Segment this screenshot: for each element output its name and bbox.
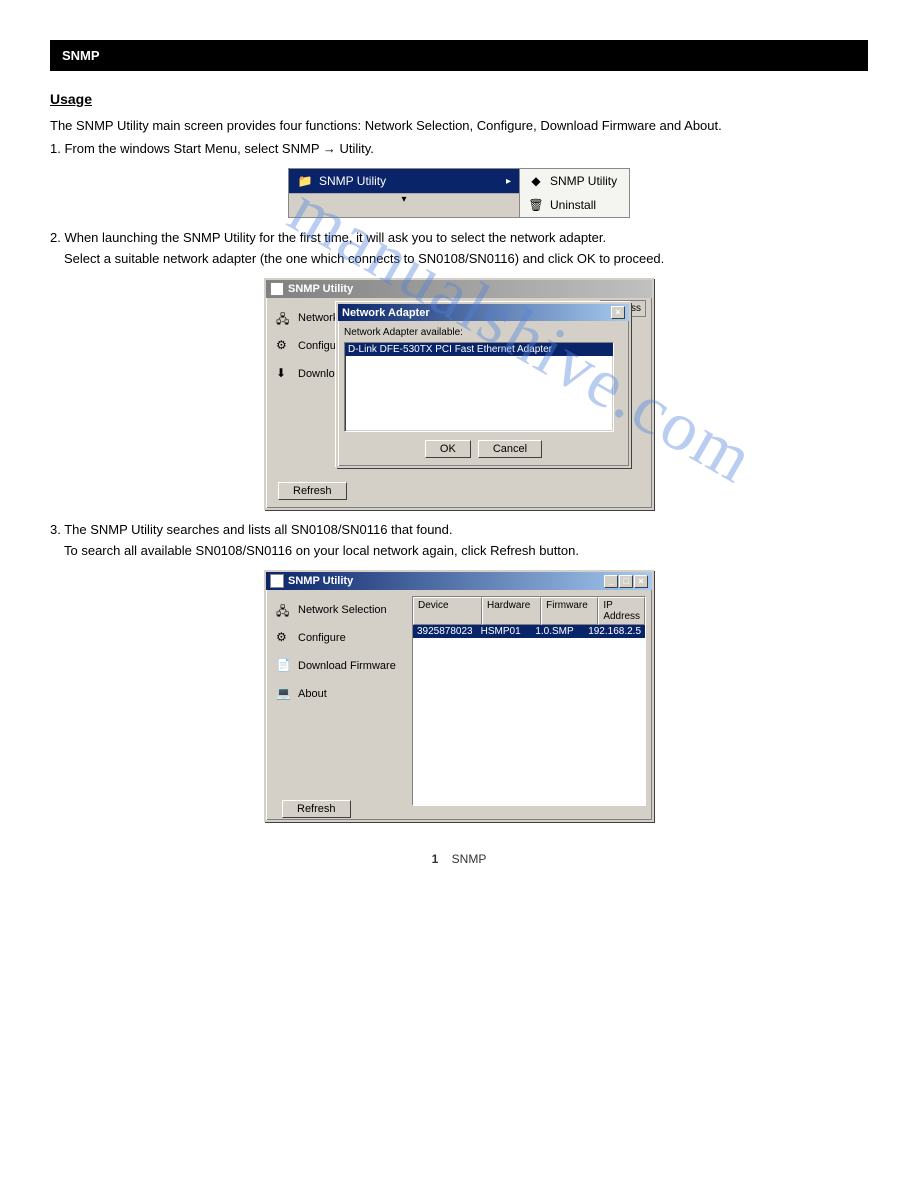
network-adapter-dialog-image: N SNMP Utility 🖧Network Se ⚙Configure ⬇D… bbox=[264, 278, 654, 510]
col-ip[interactable]: IP Address bbox=[598, 597, 645, 625]
main-sidebar: 🖧Network Selection ⚙Configure 📄Download … bbox=[272, 596, 402, 820]
nested-dialog: Network Adapter × Network Adapter availa… bbox=[336, 302, 631, 468]
submenu-item[interactable]: 🗑 Uninstall bbox=[520, 193, 629, 217]
main-titlebar[interactable]: N SNMP Utility _ □ × bbox=[266, 572, 652, 590]
dialog-label: Network Adapter available: bbox=[344, 327, 623, 338]
submenu-item[interactable]: ◆ SNMP Utility bbox=[520, 169, 629, 193]
step-3-text: 3. The SNMP Utility searches and lists a… bbox=[50, 522, 868, 537]
cell-firmware: 1.0.SMP bbox=[531, 625, 584, 638]
cell-device: 3925878023 bbox=[413, 625, 477, 638]
section-title: Usage bbox=[50, 91, 868, 107]
menu-item-snmp[interactable]: 📁 SNMP Utility ▸ bbox=[289, 169, 519, 193]
expand-icon[interactable]: ▾ bbox=[289, 193, 519, 205]
step-2-text: 2. When launching the SNMP Utility for t… bbox=[50, 230, 868, 245]
col-firmware[interactable]: Firmware bbox=[541, 597, 598, 625]
step-1-text: 1. From the windows Start Menu, select S… bbox=[50, 141, 868, 156]
start-menu-image: 📁 SNMP Utility ▸ ▾ ◆ SNMP Utility 🗑 Unin… bbox=[288, 168, 630, 218]
menu-label: SNMP Utility bbox=[319, 174, 386, 188]
sidebar-item-about[interactable]: 💻About bbox=[272, 680, 402, 708]
cancel-button[interactable]: Cancel bbox=[478, 440, 542, 458]
gear-icon: ⚙ bbox=[276, 338, 292, 354]
maximize-icon[interactable]: □ bbox=[619, 575, 633, 588]
dialog-titlebar[interactable]: Network Adapter × bbox=[338, 304, 629, 321]
folder-icon: 📁 bbox=[297, 173, 313, 189]
main-window-image: N SNMP Utility _ □ × 🖧Network Selection … bbox=[264, 570, 654, 822]
col-hardware[interactable]: Hardware bbox=[482, 597, 541, 625]
footer-label: SNMP bbox=[452, 852, 487, 866]
adapter-listbox[interactable]: D-Link DFE-530TX PCI Fast Ethernet Adapt… bbox=[344, 342, 614, 432]
uninstall-icon: 🗑 bbox=[528, 197, 544, 213]
chevron-right-icon: ▸ bbox=[506, 176, 511, 187]
device-table[interactable]: Device Hardware Firmware IP Address 3925… bbox=[412, 596, 646, 806]
app-icon: N bbox=[270, 574, 284, 588]
main-title: SNMP Utility bbox=[288, 575, 353, 587]
table-row[interactable]: 3925878023 HSMP01 1.0.SMP 192.168.2.5 bbox=[413, 625, 645, 638]
gear-icon: ⚙ bbox=[276, 630, 292, 646]
submenu-label: SNMP Utility bbox=[550, 174, 617, 188]
dialog-title: Network Adapter bbox=[342, 307, 430, 319]
cell-ip: 192.168.2.5 bbox=[584, 625, 645, 638]
close-icon[interactable]: × bbox=[611, 306, 625, 319]
refresh-button[interactable]: Refresh bbox=[278, 482, 347, 500]
download-icon: ⬇ bbox=[276, 366, 292, 382]
sidebar-item-network[interactable]: 🖧Network Selection bbox=[272, 596, 402, 624]
parent-title: SNMP Utility bbox=[288, 283, 353, 295]
network-icon: 🖧 bbox=[276, 310, 292, 326]
ok-button[interactable]: OK bbox=[425, 440, 471, 458]
app-icon: N bbox=[270, 282, 284, 296]
refresh-button[interactable]: Refresh bbox=[282, 800, 351, 818]
download-icon: 📄 bbox=[276, 658, 292, 674]
table-header: Device Hardware Firmware IP Address bbox=[413, 597, 645, 625]
page-footer: 1 SNMP bbox=[50, 852, 868, 866]
submenu-label: Uninstall bbox=[550, 198, 596, 212]
step-3b-text: To search all available SN0108/SN0116 on… bbox=[64, 543, 868, 558]
col-device[interactable]: Device bbox=[413, 597, 482, 625]
step-2b-text: Select a suitable network adapter (the o… bbox=[64, 251, 868, 266]
network-icon: 🖧 bbox=[276, 602, 292, 618]
page-header: SNMP bbox=[50, 40, 868, 71]
page-number: 1 bbox=[432, 852, 439, 866]
utility-icon: ◆ bbox=[528, 173, 544, 189]
intro-text: The SNMP Utility main screen provides fo… bbox=[50, 117, 868, 135]
sidebar-item-configure[interactable]: ⚙Configure bbox=[272, 624, 402, 652]
parent-titlebar: N SNMP Utility bbox=[266, 280, 652, 298]
selected-adapter[interactable]: D-Link DFE-530TX PCI Fast Ethernet Adapt… bbox=[345, 343, 613, 356]
minimize-icon[interactable]: _ bbox=[604, 575, 618, 588]
close-icon[interactable]: × bbox=[634, 575, 648, 588]
cell-hardware: HSMP01 bbox=[477, 625, 532, 638]
about-icon: 💻 bbox=[276, 686, 292, 702]
sidebar-item-download[interactable]: 📄Download Firmware bbox=[272, 652, 402, 680]
